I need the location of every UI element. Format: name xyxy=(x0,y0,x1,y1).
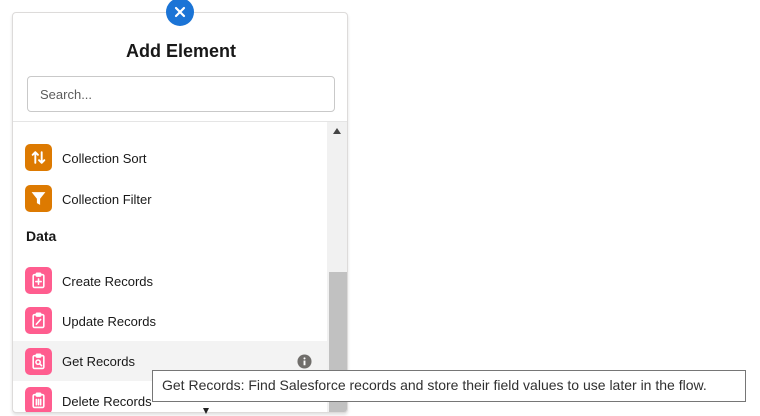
delete-records-icon xyxy=(25,387,52,412)
list-item-label: Delete Records xyxy=(62,393,152,409)
list-item-update-records[interactable]: Update Records xyxy=(13,301,327,341)
update-records-icon xyxy=(25,307,52,334)
list-item-create-records[interactable]: Create Records xyxy=(13,261,327,301)
info-icon[interactable] xyxy=(297,354,312,369)
close-icon xyxy=(174,6,186,18)
list-item-label: Collection Sort xyxy=(62,150,147,166)
scroll-up-arrow-icon[interactable] xyxy=(333,128,341,134)
mouse-cursor xyxy=(203,408,209,414)
list-item-collection-filter[interactable]: Collection Filter xyxy=(13,179,327,219)
sort-arrows-icon xyxy=(25,144,52,171)
list-item-collection-sort[interactable]: Collection Sort xyxy=(13,138,327,178)
panel-title: Add Element xyxy=(125,41,236,61)
funnel-icon xyxy=(25,185,52,212)
section-heading-data: Data xyxy=(26,228,57,244)
search-input[interactable] xyxy=(27,76,335,112)
get-records-tooltip: Get Records: Find Salesforce records and… xyxy=(152,370,746,402)
create-records-icon xyxy=(25,267,52,294)
list-item-label: Collection Filter xyxy=(62,191,152,207)
list-item-label: Get Records xyxy=(62,353,135,369)
get-records-icon xyxy=(25,348,52,375)
list-item-label: Update Records xyxy=(62,313,156,329)
list-item-label: Create Records xyxy=(62,273,154,289)
add-element-panel: Add Element Collection Sort Collection F… xyxy=(12,12,348,413)
